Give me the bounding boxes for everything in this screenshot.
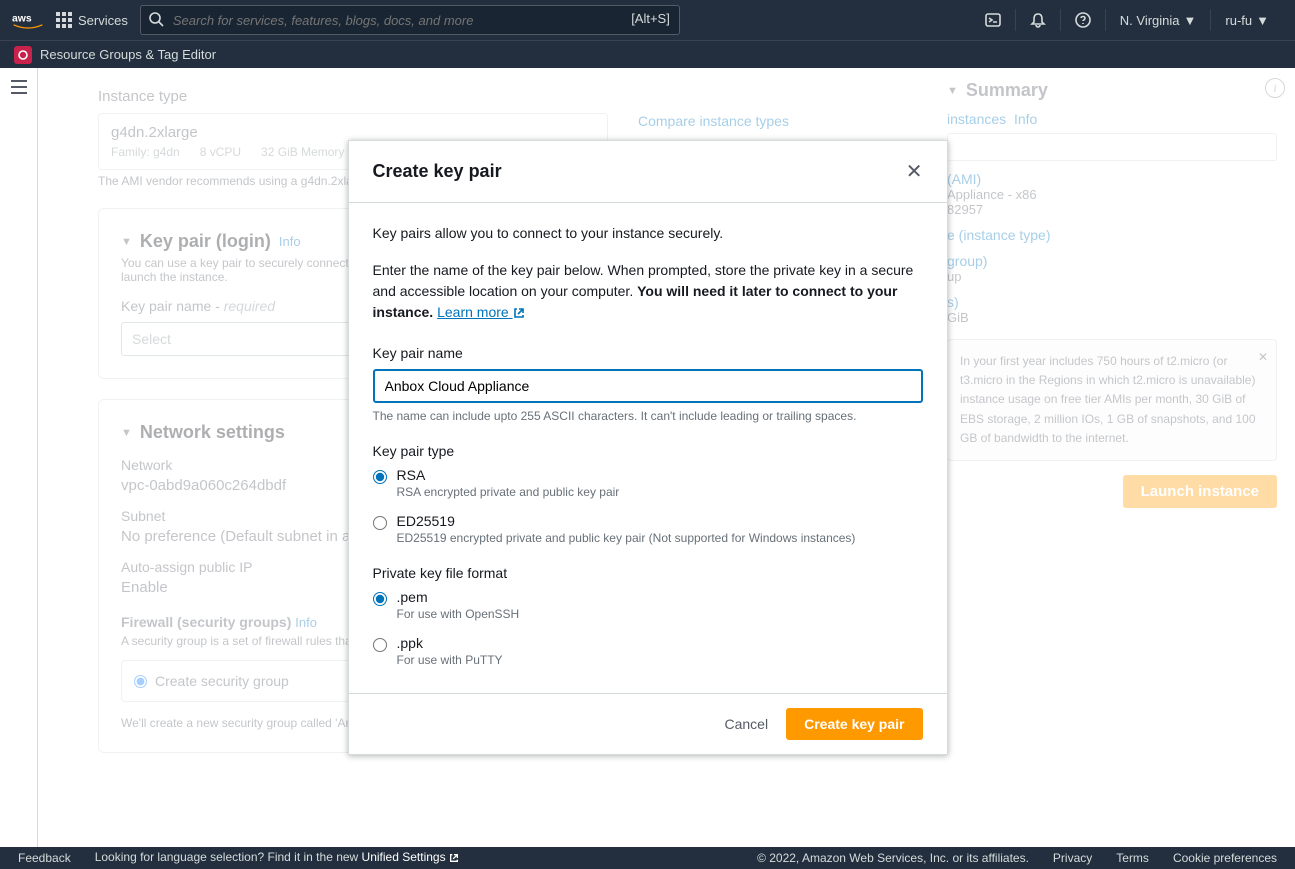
user-label: ru-fu: [1225, 13, 1252, 28]
user-menu[interactable]: ru-fu ▼: [1210, 9, 1283, 31]
cookies-link[interactable]: Cookie preferences: [1173, 851, 1277, 865]
pem-label: .pem: [397, 589, 520, 605]
ed25519-label: ED25519: [397, 513, 856, 529]
services-label: Services: [78, 13, 128, 28]
grid-icon: [56, 12, 72, 28]
key-format-label: Private key file format: [373, 565, 923, 581]
unified-settings-label: Unified Settings: [362, 850, 446, 864]
pem-input[interactable]: [373, 592, 387, 606]
ppk-radio[interactable]: .ppk For use with PuTTY: [373, 635, 923, 667]
hamburger-icon: [11, 80, 27, 94]
rsa-label: RSA: [397, 467, 620, 483]
cloudshell-icon[interactable]: [971, 9, 1015, 31]
ppk-input[interactable]: [373, 638, 387, 652]
keypair-name-input[interactable]: [373, 369, 923, 403]
resource-groups-icon: [14, 46, 32, 64]
search-input[interactable]: [140, 5, 680, 35]
topnav-right: N. Virginia ▼ ru-fu ▼: [971, 9, 1283, 31]
search-icon: [148, 11, 164, 30]
modal-footer: Cancel Create key pair: [349, 693, 947, 754]
ed25519-desc: ED25519 encrypted private and public key…: [397, 531, 856, 545]
learn-more-label: Learn more: [437, 304, 509, 320]
rsa-desc: RSA encrypted private and public key pai…: [397, 485, 620, 499]
privacy-link[interactable]: Privacy: [1053, 851, 1092, 865]
close-icon[interactable]: ✕: [906, 159, 923, 184]
footer: Feedback Looking for language selection?…: [0, 847, 1295, 869]
ed25519-input[interactable]: [373, 516, 387, 530]
terms-link[interactable]: Terms: [1116, 851, 1149, 865]
lang-question: Looking for language selection? Find it …: [95, 850, 362, 864]
pem-desc: For use with OpenSSH: [397, 607, 520, 621]
keypair-type-label: Key pair type: [373, 443, 923, 459]
modal-title: Create key pair: [373, 161, 502, 182]
ppk-desc: For use with PuTTY: [397, 653, 503, 667]
feedback-link[interactable]: Feedback: [18, 851, 71, 865]
pem-radio[interactable]: .pem For use with OpenSSH: [373, 589, 923, 621]
services-button[interactable]: Services: [56, 12, 128, 28]
cancel-button[interactable]: Cancel: [721, 708, 773, 740]
modal-intro: Key pairs allow you to connect to your i…: [373, 223, 923, 244]
search-wrap: [Alt+S]: [140, 5, 680, 35]
unified-settings-link[interactable]: Unified Settings: [362, 850, 459, 864]
region-label: N. Virginia: [1120, 13, 1180, 28]
rsa-input[interactable]: [373, 470, 387, 484]
notifications-icon[interactable]: [1015, 9, 1060, 31]
sub-nav: Resource Groups & Tag Editor: [0, 40, 1295, 68]
resource-groups-link[interactable]: Resource Groups & Tag Editor: [40, 47, 216, 62]
chevron-down-icon: ▼: [1184, 13, 1197, 28]
top-nav: aws Services [Alt+S] N. Virginia ▼ ru-fu…: [0, 0, 1295, 40]
create-keypair-button[interactable]: Create key pair: [786, 708, 922, 740]
external-link-icon: [449, 852, 459, 866]
rsa-radio[interactable]: RSA RSA encrypted private and public key…: [373, 467, 923, 499]
sidebar-toggle[interactable]: [0, 68, 38, 847]
ppk-label: .ppk: [397, 635, 503, 651]
help-icon[interactable]: [1060, 9, 1105, 31]
region-selector[interactable]: N. Virginia ▼: [1105, 9, 1211, 31]
copyright: © 2022, Amazon Web Services, Inc. or its…: [757, 851, 1029, 865]
aws-logo[interactable]: aws: [12, 10, 44, 30]
keypair-name-hint: The name can include upto 255 ASCII char…: [373, 409, 923, 423]
chevron-down-icon: ▼: [1256, 13, 1269, 28]
modal-body: Key pairs allow you to connect to your i…: [349, 203, 947, 693]
external-link-icon: [513, 304, 525, 325]
modal-header: Create key pair ✕: [349, 141, 947, 203]
keypair-name-label: Key pair name: [373, 345, 923, 361]
ed25519-radio[interactable]: ED25519 ED25519 encrypted private and pu…: [373, 513, 923, 545]
create-keypair-modal: Create key pair ✕ Key pairs allow you to…: [348, 140, 948, 755]
search-shortcut: [Alt+S]: [631, 11, 670, 26]
svg-text:aws: aws: [12, 14, 32, 25]
learn-more-link[interactable]: Learn more: [437, 304, 524, 320]
